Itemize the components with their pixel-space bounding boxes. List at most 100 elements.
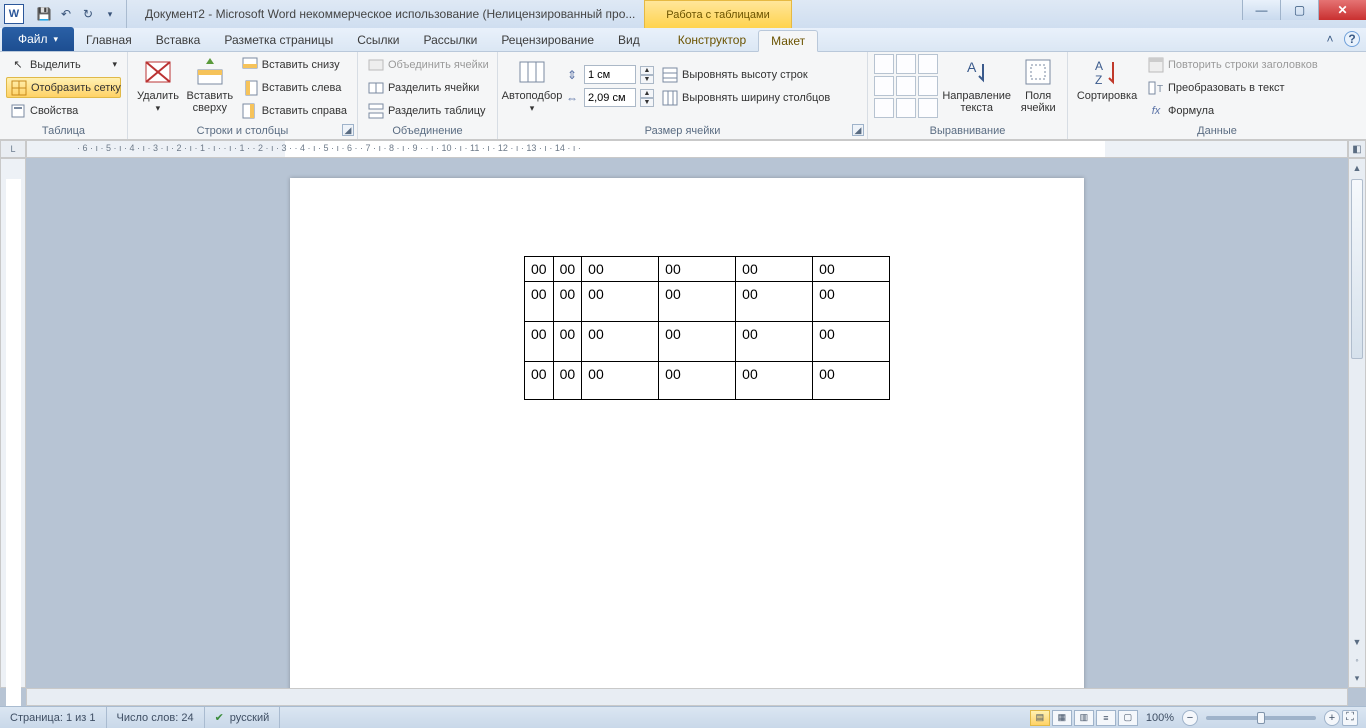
insert-left-button[interactable]: Вставить слева <box>238 77 351 98</box>
side-panel-toggle[interactable]: ◧ <box>1348 140 1366 158</box>
zoom-slider[interactable] <box>1206 716 1316 720</box>
table-cell[interactable]: 00 <box>553 322 582 362</box>
tab-review[interactable]: Рецензирование <box>489 29 606 51</box>
select-button[interactable]: ↖Выделить▾ <box>6 54 121 75</box>
tab-selector[interactable]: L <box>0 140 26 158</box>
sort-button[interactable]: AZСортировка <box>1074 54 1140 102</box>
scroll-up-icon[interactable]: ▲ <box>1349 159 1365 177</box>
align-mc[interactable] <box>896 76 916 96</box>
scroll-thumb[interactable] <box>1351 179 1363 359</box>
align-br[interactable] <box>918 98 938 118</box>
col-width-field[interactable]: ⇔▲▼ <box>564 87 654 108</box>
tab-table-design[interactable]: Конструктор <box>666 29 758 51</box>
height-down[interactable]: ▼ <box>640 75 654 84</box>
table-cell[interactable]: 00 <box>659 322 736 362</box>
table-cell[interactable]: 00 <box>553 282 582 322</box>
table-cell[interactable]: 00 <box>736 282 813 322</box>
autofit-button[interactable]: Автоподбор▾ <box>504 54 560 114</box>
tab-references[interactable]: Ссылки <box>345 29 411 51</box>
align-tr[interactable] <box>918 54 938 74</box>
convert-to-text-button[interactable]: TПреобразовать в текст <box>1144 77 1322 98</box>
vertical-scrollbar[interactable]: ▲ ▼ ◦ ▾ <box>1348 158 1366 688</box>
split-table-button[interactable]: Разделить таблицу <box>364 100 493 121</box>
table-cell[interactable]: 00 <box>736 257 813 282</box>
document-viewport[interactable]: 0000000000000000000000000000000000000000… <box>26 158 1348 688</box>
table-cell[interactable]: 00 <box>582 282 659 322</box>
maximize-button[interactable]: ▢ <box>1280 0 1318 20</box>
insert-right-button[interactable]: Вставить справа <box>238 100 351 121</box>
tab-insert[interactable]: Вставка <box>144 29 213 51</box>
table-cell[interactable]: 00 <box>659 282 736 322</box>
cellsize-launcher[interactable]: ◢ <box>852 124 864 136</box>
align-bc[interactable] <box>896 98 916 118</box>
minimize-ribbon-icon[interactable]: ˄ <box>1322 31 1338 47</box>
view-draft[interactable]: ▢ <box>1118 710 1138 726</box>
table-cell[interactable]: 00 <box>659 257 736 282</box>
align-mr[interactable] <box>918 76 938 96</box>
save-icon[interactable]: 💾 <box>34 4 54 24</box>
table-cell[interactable]: 00 <box>659 362 736 400</box>
table-cell[interactable]: 00 <box>582 257 659 282</box>
rowscols-launcher[interactable]: ◢ <box>342 124 354 136</box>
table-cell[interactable]: 00 <box>553 362 582 400</box>
status-lang[interactable]: ✔русский <box>205 707 281 728</box>
width-down[interactable]: ▼ <box>640 98 654 107</box>
zoom-fit-button[interactable]: ⛶ <box>1342 710 1358 726</box>
zoom-handle[interactable] <box>1257 712 1265 724</box>
align-tl[interactable] <box>874 54 894 74</box>
properties-button[interactable]: Свойства <box>6 100 121 121</box>
tab-layout[interactable]: Разметка страницы <box>212 29 345 51</box>
zoom-value[interactable]: 100% <box>1146 712 1174 724</box>
table-cell[interactable]: 00 <box>813 322 890 362</box>
view-print-layout[interactable]: ▤ <box>1030 710 1050 726</box>
horizontal-ruler[interactable]: · 6 · ı · 5 · ı · 4 · ı · 3 · ı · 2 · ı … <box>26 140 1348 158</box>
table-cell[interactable]: 00 <box>525 257 554 282</box>
file-tab[interactable]: Файл▾ <box>2 27 74 51</box>
zoom-out-button[interactable]: − <box>1182 710 1198 726</box>
width-up[interactable]: ▲ <box>640 89 654 98</box>
table-cell[interactable]: 00 <box>813 362 890 400</box>
status-page[interactable]: Страница: 1 из 1 <box>0 707 107 728</box>
table-cell[interactable]: 00 <box>553 257 582 282</box>
insert-below-button[interactable]: Вставить снизу <box>238 54 351 75</box>
view-web[interactable]: ▥ <box>1074 710 1094 726</box>
distribute-rows-button[interactable]: Выровнять высоту строк <box>658 64 834 85</box>
tab-home[interactable]: Главная <box>74 29 144 51</box>
table-cell[interactable]: 00 <box>813 282 890 322</box>
align-bl[interactable] <box>874 98 894 118</box>
view-outline[interactable]: ≡ <box>1096 710 1116 726</box>
delete-button[interactable]: Удалить▾ <box>134 54 182 114</box>
help-icon[interactable]: ? <box>1344 31 1360 47</box>
qat-more-icon[interactable]: ▾ <box>100 4 120 24</box>
table-cell[interactable]: 00 <box>736 322 813 362</box>
height-up[interactable]: ▲ <box>640 66 654 75</box>
document-table[interactable]: 0000000000000000000000000000000000000000… <box>524 256 890 400</box>
insert-above-button[interactable]: Вставить сверху <box>186 54 234 114</box>
view-fullscreen[interactable]: ▦ <box>1052 710 1072 726</box>
split-cells-button[interactable]: Разделить ячейки <box>364 77 493 98</box>
tab-view[interactable]: Вид <box>606 29 652 51</box>
formula-button[interactable]: fxФормула <box>1144 100 1322 121</box>
align-tc[interactable] <box>896 54 916 74</box>
prev-page-icon[interactable]: ◦ <box>1349 651 1365 669</box>
close-button[interactable]: ✕ <box>1318 0 1366 20</box>
table-cell[interactable]: 00 <box>525 322 554 362</box>
distribute-cols-button[interactable]: Выровнять ширину столбцов <box>658 87 834 108</box>
vertical-ruler[interactable] <box>0 158 26 688</box>
status-words[interactable]: Число слов: 24 <box>107 707 205 728</box>
horizontal-scrollbar[interactable] <box>26 688 1348 706</box>
tab-mailings[interactable]: Рассылки <box>411 29 489 51</box>
table-cell[interactable]: 00 <box>525 282 554 322</box>
minimize-button[interactable]: — <box>1242 0 1280 20</box>
undo-icon[interactable]: ↶ <box>56 4 76 24</box>
redo-icon[interactable]: ↻ <box>78 4 98 24</box>
row-height-input[interactable] <box>584 65 636 84</box>
table-cell[interactable]: 00 <box>736 362 813 400</box>
col-width-input[interactable] <box>584 88 636 107</box>
cell-margins-button[interactable]: Поля ячейки <box>1015 54 1061 114</box>
table-cell[interactable]: 00 <box>582 362 659 400</box>
show-gridlines-button[interactable]: Отобразить сетку <box>6 77 121 98</box>
table-cell[interactable]: 00 <box>525 362 554 400</box>
scroll-down-icon[interactable]: ▼ <box>1349 633 1365 651</box>
table-cell[interactable]: 00 <box>813 257 890 282</box>
